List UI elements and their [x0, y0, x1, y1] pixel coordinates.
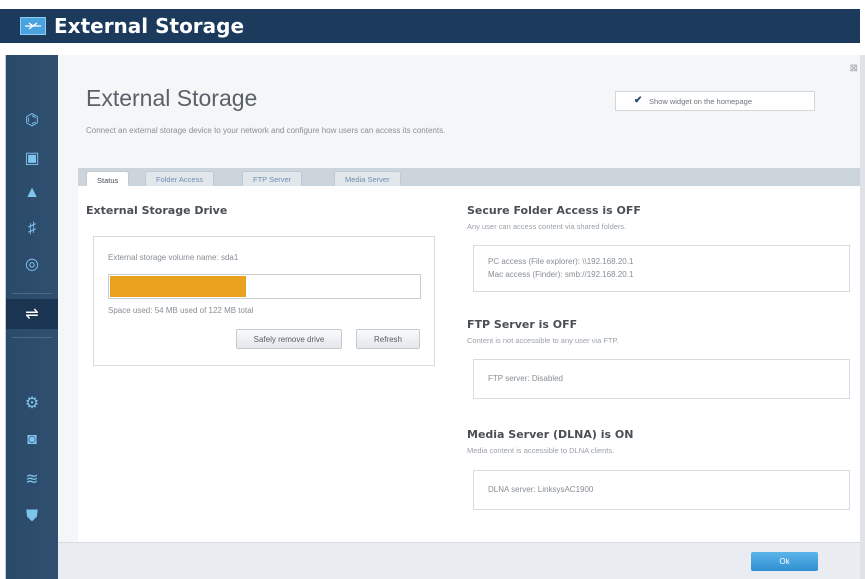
page-title: External Storage	[86, 85, 258, 111]
sidebar-item-network-map[interactable]: ⌬	[6, 105, 58, 135]
safely-remove-drive-button[interactable]: Safely remove drive	[236, 329, 342, 349]
sidebar-item-speed-test[interactable]: ◎	[6, 249, 58, 279]
tab-ftp-server[interactable]: FTP Server	[242, 171, 303, 187]
usb-icon: ⇌	[25, 306, 39, 323]
sidebar-divider	[12, 337, 52, 338]
storage-progress-bar	[108, 274, 421, 299]
drive-box: External storage volume name: sda1 Space…	[93, 236, 435, 366]
tab-folder-access[interactable]: Folder Access	[145, 171, 215, 187]
ftp-status-text: FTP server: Disabled	[488, 374, 563, 383]
pc-access-text: PC access (File explorer): \\192.168.20.…	[488, 257, 634, 266]
close-icon[interactable]: ⊠	[850, 63, 858, 74]
sidebar-item-parental-controls[interactable]: ▲	[6, 178, 58, 208]
tab-folder-access-label: Folder Access	[156, 175, 204, 184]
window-title: External Storage	[54, 14, 245, 38]
warning-icon: ▲	[24, 184, 40, 201]
tab-status-label: Status	[97, 175, 119, 185]
shield-icon: ⛊	[25, 508, 38, 525]
refresh-button[interactable]: Refresh	[356, 329, 420, 349]
space-used-text: Space used: 54 MB used of 122 MB total	[108, 306, 254, 315]
tab-content: External Storage Drive External storage …	[78, 186, 860, 542]
checkmark-icon: ✔	[634, 95, 643, 106]
sidebar-item-guest-access[interactable]: ▣	[6, 143, 58, 173]
sidebar-item-media-prioritization[interactable]: ♯	[6, 214, 58, 244]
tab-media-server-label: Media Server	[345, 175, 390, 184]
app-frame: ⌬ ▣ ▲ ♯ ◎ ⇌ ⚙ ◙ ≋ ⛊ ⊠ External Storage C…	[5, 55, 865, 579]
network-icon: ⌬	[25, 112, 39, 129]
mac-access-text: Mac access (Finder): smb://192.168.20.1	[488, 270, 634, 279]
storage-progress-fill	[110, 276, 246, 297]
secure-folder-subtitle: Any user can access content via shared f…	[467, 222, 627, 231]
page-description: Connect an external storage device to yo…	[86, 126, 446, 135]
media-subtitle: Media content is accessible to DLNA clie…	[467, 446, 615, 455]
sidebar-item-wireless[interactable]: ≋	[6, 464, 58, 494]
title-bar: External Storage	[0, 9, 860, 43]
ftp-section-title: FTP Server is OFF	[467, 318, 578, 331]
volume-name: External storage volume name: sda1	[108, 253, 239, 262]
ok-button[interactable]: Ok	[751, 552, 818, 571]
usb-storage-icon	[20, 17, 46, 35]
sidebar-item-connectivity[interactable]: ⚙	[6, 388, 58, 418]
ftp-status-box: FTP server: Disabled	[473, 359, 850, 399]
sidebar-item-troubleshooting[interactable]: ◙	[6, 425, 58, 455]
sidebar-divider	[12, 293, 52, 294]
drive-section-title: External Storage Drive	[86, 204, 228, 217]
tab-ftp-server-label: FTP Server	[253, 175, 292, 184]
camera-icon: ◙	[27, 431, 37, 448]
tab-media-server[interactable]: Media Server	[334, 171, 401, 187]
secure-folder-box: PC access (File explorer): \\192.168.20.…	[473, 245, 850, 292]
dlna-status-text: DLNA server: LinksysAC1900	[488, 485, 594, 494]
sidebar-item-security[interactable]: ⛊	[6, 502, 58, 532]
speedometer-icon: ◎	[25, 256, 39, 273]
show-widget-checkbox[interactable]: ✔ Show widget on the homepage	[615, 91, 815, 111]
briefcase-icon: ▣	[24, 150, 40, 167]
sidebar-item-external-storage[interactable]: ⇌	[6, 299, 64, 329]
secure-folder-title: Secure Folder Access is OFF	[467, 204, 641, 217]
ftp-subtitle: Content is not accessible to any user vi…	[467, 336, 619, 345]
sidebar: ⌬ ▣ ▲ ♯ ◎ ⇌ ⚙ ◙ ≋ ⛊	[6, 55, 64, 579]
show-widget-label: Show widget on the homepage	[649, 96, 752, 106]
footer-bar: Ok	[58, 542, 860, 579]
media-icon: ♯	[28, 220, 36, 237]
wifi-icon: ≋	[25, 471, 39, 488]
main-panel: ⊠ External Storage Connect an external s…	[58, 55, 860, 579]
gears-icon: ⚙	[24, 395, 40, 412]
dlna-status-box: DLNA server: LinksysAC1900	[473, 470, 850, 510]
media-section-title: Media Server (DLNA) is ON	[467, 428, 634, 441]
